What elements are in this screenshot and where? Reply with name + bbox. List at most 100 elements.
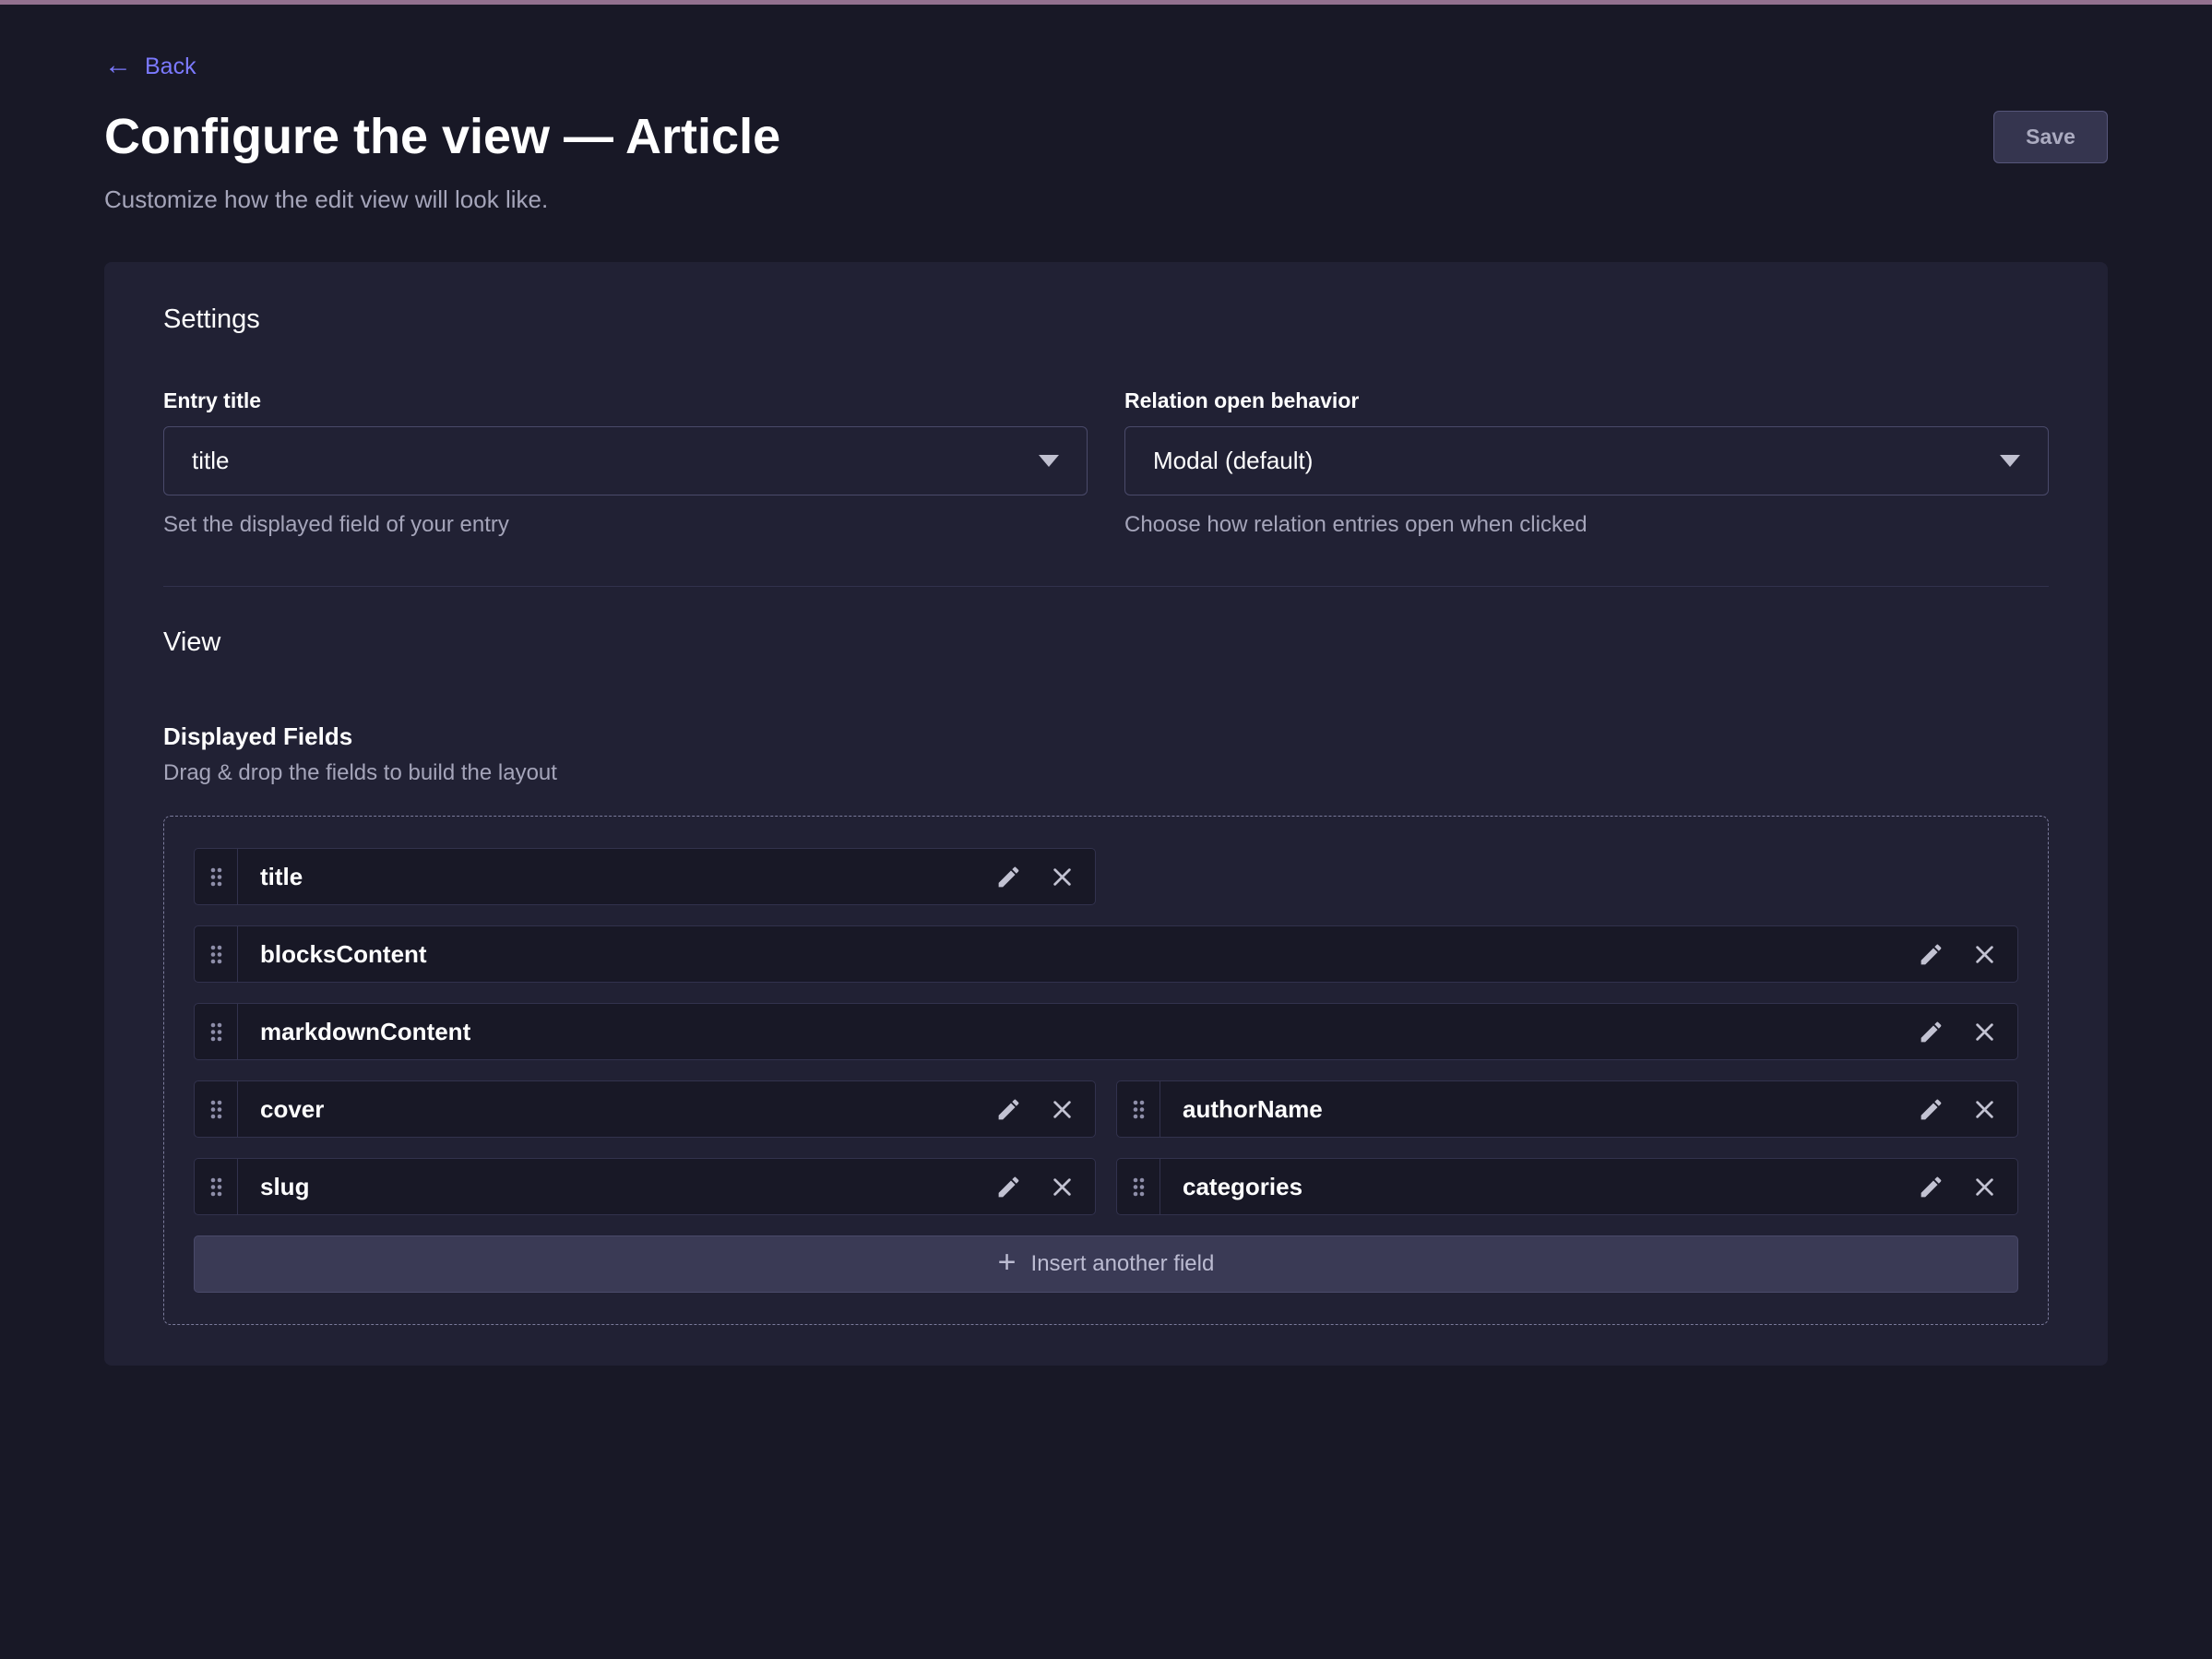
back-link-label: Back (145, 54, 196, 80)
drag-handle-icon (1132, 1176, 1146, 1198)
remove-field-button[interactable] (1972, 1175, 1997, 1199)
pencil-icon (1918, 1019, 1944, 1045)
field-row: title (194, 848, 2018, 905)
displayed-fields-subtitle: Drag & drop the fields to build the layo… (163, 760, 2049, 786)
field-card[interactable]: authorName (1116, 1080, 2018, 1138)
relation-open-behavior-field: Relation open behavior Modal (default) C… (1124, 388, 2049, 538)
save-button[interactable]: Save (1993, 111, 2108, 163)
remove-field-button[interactable] (1972, 942, 1997, 967)
field-label: categories (1183, 1173, 1302, 1201)
configuration-card: Settings Entry title title Set the displ… (104, 262, 2108, 1366)
close-icon (1972, 942, 1997, 967)
field-actions (995, 864, 1095, 890)
insert-another-field-button[interactable]: + Insert another field (194, 1235, 2018, 1293)
relation-open-behavior-select[interactable]: Modal (default) (1124, 426, 2049, 495)
drag-handle-icon (209, 1099, 223, 1120)
chevron-down-icon (2000, 455, 2020, 467)
field-actions (1918, 1019, 2017, 1045)
drag-handle[interactable] (1117, 1159, 1160, 1214)
edit-field-button[interactable] (1918, 941, 1944, 968)
close-icon (1972, 1097, 1997, 1122)
insert-another-field-label: Insert another field (1031, 1251, 1215, 1277)
entry-title-field: Entry title title Set the displayed fiel… (163, 388, 1088, 538)
drag-handle[interactable] (195, 1159, 238, 1214)
field-label: slug (260, 1173, 309, 1201)
remove-field-button[interactable] (1050, 1097, 1075, 1122)
remove-field-button[interactable] (1050, 1175, 1075, 1199)
field-actions (1918, 1174, 2017, 1200)
chevron-down-icon (1039, 455, 1059, 467)
field-actions (995, 1174, 1095, 1200)
pencil-icon (1918, 1174, 1944, 1200)
field-label: authorName (1183, 1095, 1323, 1124)
close-icon (1050, 1175, 1075, 1199)
settings-grid: Entry title title Set the displayed fiel… (163, 388, 2049, 538)
edit-field-button[interactable] (1918, 1174, 1944, 1200)
view-heading: View (163, 627, 2049, 658)
field-row: blocksContent (194, 925, 2018, 983)
field-actions (995, 1096, 1095, 1123)
drag-handle[interactable] (1117, 1081, 1160, 1137)
field-actions (1918, 1096, 2017, 1123)
field-card[interactable]: slug (194, 1158, 1096, 1215)
field-actions (1918, 941, 2017, 968)
field-label: title (260, 863, 303, 891)
close-icon (1972, 1175, 1997, 1199)
edit-field-button[interactable] (1918, 1096, 1944, 1123)
close-icon (1050, 1097, 1075, 1122)
entry-title-value: title (192, 447, 229, 475)
drag-handle[interactable] (195, 1081, 238, 1137)
relation-open-behavior-label: Relation open behavior (1124, 388, 2049, 413)
field-row: markdownContent (194, 1003, 2018, 1060)
pencil-icon (995, 1174, 1022, 1200)
relation-open-behavior-value: Modal (default) (1153, 447, 1313, 475)
field-card[interactable]: markdownContent (194, 1003, 2018, 1060)
back-link[interactable]: ← Back (104, 53, 196, 80)
back-arrow-icon: ← (104, 52, 132, 79)
field-card[interactable]: categories (1116, 1158, 2018, 1215)
plus-icon: + (998, 1247, 1017, 1278)
edit-field-button[interactable] (1918, 1019, 1944, 1045)
fields-grid: title blocksContent (194, 848, 2018, 1215)
drag-handle[interactable] (195, 849, 238, 904)
edit-field-button[interactable] (995, 864, 1022, 890)
field-card[interactable]: title (194, 848, 1096, 905)
displayed-fields-title: Displayed Fields (163, 722, 2049, 751)
page-title: Configure the view — Article (104, 108, 780, 165)
page-subtitle: Customize how the edit view will look li… (104, 185, 2108, 214)
field-row: slug categories (194, 1158, 2018, 1215)
drag-handle-icon (209, 944, 223, 965)
remove-field-button[interactable] (1972, 1097, 1997, 1122)
edit-field-button[interactable] (995, 1174, 1022, 1200)
fields-dropzone: title blocksContent (163, 816, 2049, 1325)
drag-handle-icon (209, 1021, 223, 1043)
settings-heading: Settings (163, 304, 2049, 335)
drag-handle[interactable] (195, 1004, 238, 1059)
entry-title-label: Entry title (163, 388, 1088, 413)
drag-handle-icon (209, 866, 223, 888)
remove-field-button[interactable] (1050, 865, 1075, 889)
section-divider (163, 586, 2049, 587)
entry-title-select[interactable]: title (163, 426, 1088, 495)
field-card[interactable]: cover (194, 1080, 1096, 1138)
field-card[interactable]: blocksContent (194, 925, 2018, 983)
drag-handle-icon (209, 1176, 223, 1198)
header-row: Configure the view — Article Save (104, 108, 2108, 165)
configure-view-page: ← Back Configure the view — Article Save… (0, 5, 2212, 1366)
pencil-icon (995, 864, 1022, 890)
field-row: cover authorName (194, 1080, 2018, 1138)
close-icon (1050, 865, 1075, 889)
pencil-icon (1918, 941, 1944, 968)
drag-handle-icon (1132, 1099, 1146, 1120)
pencil-icon (995, 1096, 1022, 1123)
field-label: blocksContent (260, 940, 427, 969)
field-label: markdownContent (260, 1018, 470, 1046)
drag-handle[interactable] (195, 926, 238, 982)
entry-title-hint: Set the displayed field of your entry (163, 512, 1088, 538)
pencil-icon (1918, 1096, 1944, 1123)
field-label: cover (260, 1095, 324, 1124)
close-icon (1972, 1020, 1997, 1044)
edit-field-button[interactable] (995, 1096, 1022, 1123)
remove-field-button[interactable] (1972, 1020, 1997, 1044)
relation-open-behavior-hint: Choose how relation entries open when cl… (1124, 512, 2049, 538)
